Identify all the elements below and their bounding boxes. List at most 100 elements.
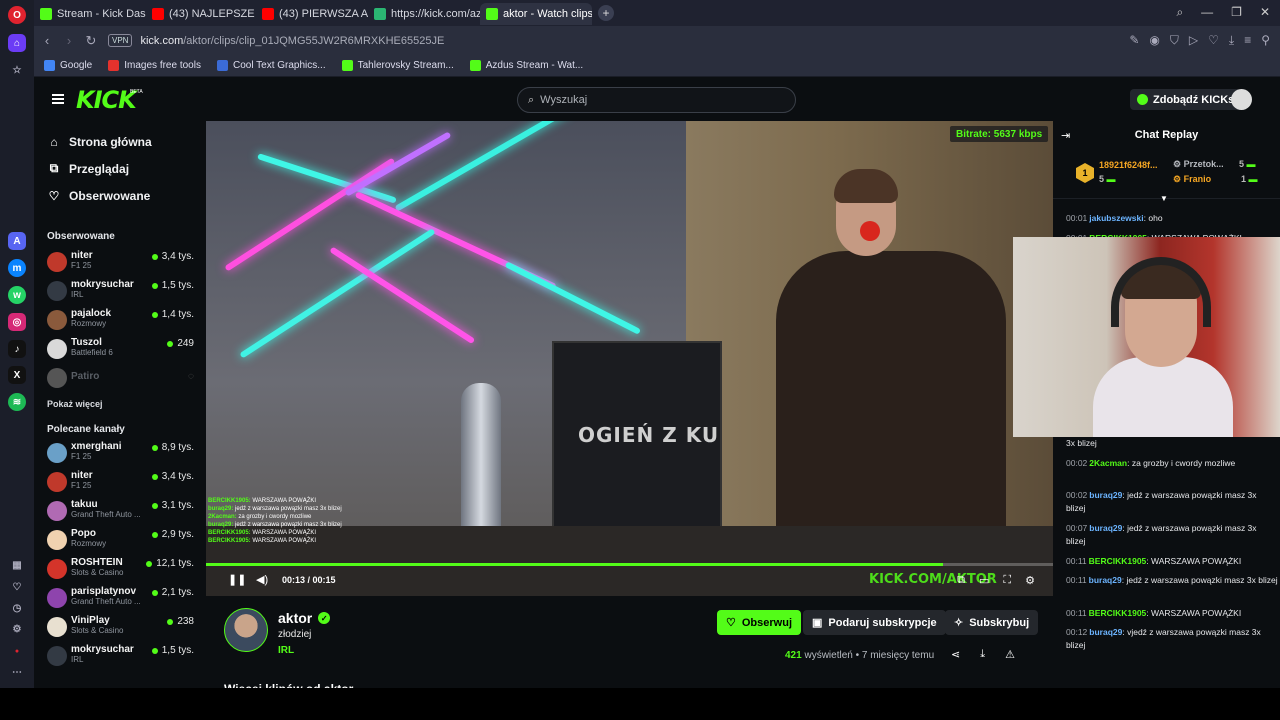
heart-icon[interactable]: ♡ [8,578,26,596]
tab-azdus-clip[interactable]: https://kick.com/azdus/cli [368,3,480,25]
recommended-channel-takuu[interactable]: takuu Grand Theft Auto ... 3,1 tys. [34,497,206,526]
share-icon[interactable]: ⋖ [951,648,960,661]
tab-youtube-2[interactable]: (43) PIERWSZA AFERA NA [256,3,368,25]
clip-category[interactable]: IRL [278,645,294,656]
messenger-icon[interactable]: m [8,259,26,277]
opera-logo-icon[interactable]: O [8,6,26,24]
back-icon[interactable]: ‹ [36,33,58,48]
more-icon[interactable]: ⋯ [8,663,26,681]
volume-icon[interactable]: ◀) [256,573,268,586]
get-kicks-button[interactable]: Zdobądź KICKs [1130,89,1242,110]
recommended-channel-popo[interactable]: Popo Rozmowy 2,9 tys. [34,526,206,555]
kick-logo[interactable]: KICK [76,86,137,114]
message-username[interactable]: BERCIKK1905 [1089,556,1147,566]
bookmark-cool-text[interactable]: Cool Text Graphics... [216,60,326,71]
profile-icon[interactable]: ⚲ [1261,33,1270,48]
recommended-channel-parisplatynov[interactable]: parisplatynov Grand Theft Auto ... 2,1 t… [34,584,206,613]
forward-icon[interactable]: › [58,33,80,48]
bookmark-images-free-tools[interactable]: Images free tools [108,60,201,71]
message-username[interactable]: buraq29 [1089,575,1122,585]
tab-search-icon[interactable]: ⌕ [1176,5,1183,20]
recommended-channel-xmerghani[interactable]: xmerghani F1 25 8,9 tys. [34,439,206,468]
bookmark-azdus[interactable]: Azdus Stream - Wat... [469,60,583,71]
menu-lines-icon[interactable]: ≡ [1244,33,1251,48]
followed-channel-niter[interactable]: niter F1 25 3,4 tys. [34,248,206,277]
bookmarks-star-icon[interactable]: ☆ [8,61,26,79]
recommended-channel-niter[interactable]: niter F1 25 3,4 tys. [34,468,206,497]
gift-subs-button[interactable]: ▣ Podaruj subskrypcje [803,610,946,635]
channel-name[interactable]: aktor ✓ [278,610,331,626]
bookmark-google[interactable]: Google [44,60,92,71]
pin-icon[interactable]: ▼ [1160,194,1168,203]
tab-aktor-clips[interactable]: aktor - Watch clips on [480,3,592,25]
message-username[interactable]: buraq29 [1089,523,1122,533]
followed-channel-pajalock[interactable]: pajalock Rozmowy 1,4 tys. [34,306,206,335]
maximize-button[interactable]: ❐ [1231,5,1242,20]
vpn-badge[interactable]: VPN [108,34,133,47]
settings-gear-icon[interactable]: ⚙ [8,620,26,638]
instagram-icon[interactable]: ◎ [8,313,26,331]
subscribe-button[interactable]: ✧ Subskrybuj [945,610,1039,635]
new-tab-button[interactable]: + [598,5,614,21]
recommended-channel-mokrysuchar[interactable]: mokrysuchar IRL 1,5 tys. [34,642,206,671]
follow-button[interactable]: ♡ Obserwuj [717,610,801,635]
download-icon[interactable]: ⤓ [1229,33,1234,48]
followed-channel-tuszol[interactable]: Tuszol Battlefield 6 249 [34,335,206,364]
reload-icon[interactable]: ↻ [80,33,102,49]
leader-name[interactable]: ⚙ Przetok... [1173,159,1224,170]
tiktok-icon[interactable]: ♪ [8,340,26,358]
show-more-link[interactable]: Pokaż więcej [34,399,206,409]
nav-following[interactable]: ♡ Obserwowane [34,182,206,209]
x-twitter-icon[interactable]: X [8,366,26,384]
favorite-heart-icon[interactable]: ♡ [1208,33,1219,48]
edit-icon[interactable]: ✎ [1129,33,1139,48]
report-icon[interactable]: ⚠ [1005,648,1015,661]
spotify-icon[interactable]: ≋ [8,393,26,411]
left-sidebar: ⌂ Strona główna ⧉ Przeglądaj ♡ Obserwowane … [34,121,206,688]
leader-name[interactable]: 18921f6248f... [1099,160,1158,170]
close-button[interactable]: ✕ [1260,5,1270,20]
settings-gear-icon[interactable]: ⚙ [1025,574,1035,587]
minimize-button[interactable]: — [1201,5,1213,20]
video-player[interactable]: OGIEŃ Z KU Bitrate: 5637 kbps BERCIKK190… [206,121,1053,596]
shield-icon[interactable]: ⛉ [1170,33,1179,48]
pip-icon[interactable]: ⧉ [957,574,965,587]
channel-avatar [47,588,67,608]
followed-channel-patiro[interactable]: Patiro ◌ [34,364,206,393]
followed-channel-mokrysuchar[interactable]: mokrysuchar IRL 1,5 tys. [34,277,206,306]
nav-home[interactable]: ⌂ Strona główna [34,128,206,155]
fullscreen-icon[interactable]: ⛶ [1003,574,1011,587]
recommended-channel-roshtein[interactable]: ROSHTEIN Slots & Casino 12,1 tys. [34,555,206,584]
tab-stream-dashboard[interactable]: Stream - Kick Dashboard [34,3,146,25]
message-username[interactable]: BERCIKK1905 [1089,608,1147,618]
search-box[interactable]: ⌕ [517,87,796,113]
message-username[interactable]: jakubszewski [1089,213,1143,223]
url-field[interactable]: kick.com/aktor/clips/clip_01JQMG55JW2R6M… [140,35,444,47]
record-icon[interactable]: ● [8,642,26,660]
taskbar [0,688,1280,720]
hamburger-menu-icon[interactable] [52,94,64,104]
workspaces-icon[interactable]: ▦ [8,556,26,574]
bookmark-tahlerovsky[interactable]: Tahlerovsky Stream... [341,60,454,71]
channel-avatar[interactable] [224,608,268,652]
progress-bar[interactable] [206,563,1053,566]
message-username[interactable]: buraq29 [1089,627,1122,637]
pause-icon[interactable]: ❚❚ [228,573,246,586]
search-input[interactable] [540,94,761,106]
tab-youtube-1[interactable]: (43) NAJLEPSZE NUTK [146,3,256,25]
leader-name[interactable]: ⚙ Franio [1173,174,1211,185]
message-username[interactable]: 2Kacman [1089,458,1127,468]
message-username[interactable]: buraq29 [1089,490,1122,500]
speed-dial-icon[interactable]: ⌂ [8,34,26,52]
live-dot-icon [151,311,158,318]
download-icon[interactable]: ⤓ [980,648,985,661]
history-icon[interactable]: ◷ [8,599,26,617]
recommended-channel-viniplay[interactable]: ViniPlay Slots & Casino 238 [34,613,206,642]
play-icon[interactable]: ▷ [1189,33,1198,48]
nav-browse[interactable]: ⧉ Przeglądaj [34,155,206,182]
whatsapp-icon[interactable]: w [8,286,26,304]
camera-icon[interactable]: ◉ [1149,33,1159,48]
aria-icon[interactable]: A [8,232,26,250]
user-avatar[interactable] [1231,89,1252,110]
theater-mode-icon[interactable]: ▭ [979,574,989,587]
